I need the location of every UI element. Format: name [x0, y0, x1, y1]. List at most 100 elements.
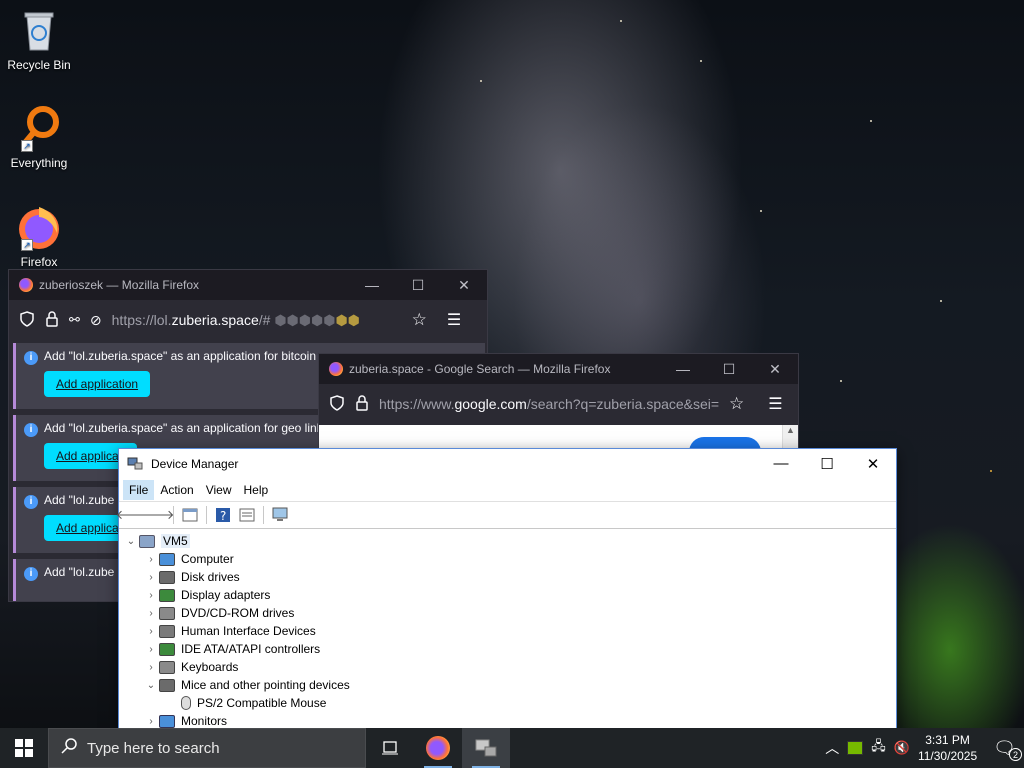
clock[interactable]: 3:31 PM 11/30/2025 [918, 732, 977, 764]
chevron-right-icon[interactable]: › [143, 662, 159, 673]
chevron-right-icon[interactable]: › [143, 572, 159, 583]
nvidia-icon[interactable] [847, 741, 864, 755]
chevron-right-icon[interactable]: › [143, 554, 159, 565]
tree-category[interactable]: › Human Interface Devices [119, 622, 896, 640]
device-category-icon [159, 678, 175, 692]
url-bar[interactable]: https://www.google.com/search?q=zuberia.… [379, 396, 719, 412]
device-manager-icon [475, 739, 497, 757]
chevron-right-icon[interactable]: › [143, 644, 159, 655]
lock-icon[interactable] [45, 310, 59, 330]
device-category-icon [159, 642, 175, 656]
chevron-down-icon[interactable]: ⌄ [143, 680, 159, 691]
close-button[interactable]: ✕ [441, 277, 487, 294]
window-title: Device Manager [151, 457, 239, 471]
chevron-right-icon[interactable]: › [143, 608, 159, 619]
info-icon: i [24, 423, 38, 437]
show-hide-console-tree-icon[interactable] [180, 506, 200, 524]
taskbar: Type here to search ︿ 🖧 🔇 3:31 PM 11/30/… [0, 728, 1024, 768]
menu-hamburger-icon[interactable]: ☰ [768, 394, 782, 414]
window-title: zuberioszek — Mozilla Firefox [39, 278, 200, 292]
maximize-button[interactable]: ☐ [804, 455, 850, 473]
recycle-bin-icon [15, 6, 63, 54]
window-titlebar[interactable]: zuberia.space - Google Search — Mozilla … [319, 354, 798, 384]
device-category-icon [159, 624, 175, 638]
taskbar-device-manager[interactable] [462, 728, 510, 768]
hex-glyphs: ⬢⬢⬢⬢⬢ [274, 311, 336, 328]
start-button[interactable] [0, 728, 48, 768]
close-button[interactable]: ✕ [752, 361, 798, 378]
tree-category[interactable]: › Keyboards [119, 658, 896, 676]
desktop-icon-recycle-bin[interactable]: Recycle Bin [0, 6, 78, 72]
tree-category[interactable]: › IDE ATA/ATAPI controllers [119, 640, 896, 658]
window-title: zuberia.space - Google Search — Mozilla … [349, 362, 611, 376]
menu-hamburger-icon[interactable]: ☰ [447, 310, 461, 330]
toolbar: 🡐 🡒 ? [116, 501, 896, 529]
firefox-icon [329, 362, 343, 376]
task-view-icon [382, 741, 398, 755]
chevron-right-icon[interactable]: › [143, 626, 159, 637]
properties-icon[interactable] [237, 506, 257, 524]
chevron-down-icon[interactable]: ⌄ [123, 536, 139, 547]
url-bar[interactable]: https://lol.zuberia.space/# ⬢⬢⬢⬢⬢⬢⬢ [112, 312, 402, 329]
navigation-bar: ⚯ ⊘ https://lol.zuberia.space/# ⬢⬢⬢⬢⬢⬢⬢ … [9, 300, 487, 340]
device-category-icon [159, 552, 175, 566]
notification-count-badge: 2 [1009, 747, 1022, 761]
firefox-window-google-search[interactable]: zuberia.space - Google Search — Mozilla … [318, 353, 799, 467]
everything-search-icon: ↗ [15, 104, 63, 152]
computer-icon [139, 534, 155, 548]
chevron-right-icon[interactable]: › [143, 590, 159, 601]
bookmark-star-icon[interactable]: ☆ [729, 394, 744, 414]
menu-help[interactable]: Help [238, 480, 275, 500]
desktop-icon-firefox[interactable]: ↗ Firefox [0, 203, 78, 269]
tree-category[interactable]: › Computer [119, 550, 896, 568]
menu-bar: File Action View Help [119, 479, 896, 501]
monitor-icon [159, 714, 175, 728]
forward-arrow-icon[interactable]: 🡒 [140, 506, 175, 524]
bookmark-star-icon[interactable]: ☆ [412, 310, 427, 330]
window-titlebar[interactable]: Device Manager — ☐ ✕ [119, 449, 896, 479]
help-icon[interactable]: ? [213, 506, 233, 524]
lock-icon[interactable] [355, 394, 369, 414]
minimize-button[interactable]: — [349, 277, 395, 294]
minimize-button[interactable]: — [758, 455, 804, 473]
taskbar-firefox[interactable] [414, 728, 462, 768]
shortcut-arrow-icon: ↗ [21, 140, 33, 152]
device-manager-icon [127, 455, 143, 474]
scan-hardware-icon[interactable] [270, 506, 290, 524]
menu-view[interactable]: View [200, 480, 238, 500]
desktop-icon-label: Recycle Bin [7, 58, 71, 72]
volume-muted-icon[interactable]: 🔇 [894, 740, 910, 756]
chevron-up-icon[interactable]: ︿ [825, 738, 839, 758]
tree-root[interactable]: ⌄ VM5 [119, 532, 896, 550]
tracking-blocked-icon[interactable]: ⊘ [90, 312, 102, 329]
menu-file[interactable]: File [123, 480, 155, 500]
info-icon: i [24, 495, 38, 509]
chevron-right-icon[interactable]: › [143, 716, 159, 727]
network-icon[interactable]: 🖧 [871, 737, 886, 759]
maximize-button[interactable]: ☐ [395, 277, 441, 294]
close-button[interactable]: ✕ [850, 455, 896, 473]
device-manager-window[interactable]: Device Manager — ☐ ✕ File Action View He… [116, 448, 897, 730]
tree-category[interactable]: › DVD/CD-ROM drives [119, 604, 896, 622]
shield-icon[interactable] [329, 394, 345, 414]
minimize-button[interactable]: — [660, 361, 706, 378]
add-application-button[interactable]: Add application [44, 371, 151, 397]
taskbar-search-box[interactable]: Type here to search [48, 728, 366, 768]
tree-category[interactable]: › Display adapters [119, 586, 896, 604]
maximize-button[interactable]: ☐ [706, 361, 752, 378]
task-view-button[interactable] [366, 728, 414, 768]
device-category-icon [159, 606, 175, 620]
desktop-icon-everything[interactable]: ↗ Everything [0, 104, 78, 170]
permissions-icon[interactable]: ⚯ [69, 312, 80, 328]
shield-icon[interactable] [19, 310, 35, 330]
device-category-icon [159, 660, 175, 674]
tree-child-item[interactable]: PS/2 Compatible Mouse [119, 694, 896, 712]
system-tray: ︿ 🖧 🔇 3:31 PM 11/30/2025 🗨 2 [825, 732, 1024, 764]
search-icon [61, 738, 77, 758]
tree-category[interactable]: ⌄ Mice and other pointing devices [119, 676, 896, 694]
tree-category[interactable]: › Disk drives [119, 568, 896, 586]
notification-center-icon[interactable]: 🗨 2 [993, 738, 1022, 761]
window-titlebar[interactable]: zuberioszek — Mozilla Firefox — ☐ ✕ [9, 270, 487, 300]
menu-action[interactable]: Action [154, 480, 199, 500]
firefox-icon [426, 736, 450, 760]
